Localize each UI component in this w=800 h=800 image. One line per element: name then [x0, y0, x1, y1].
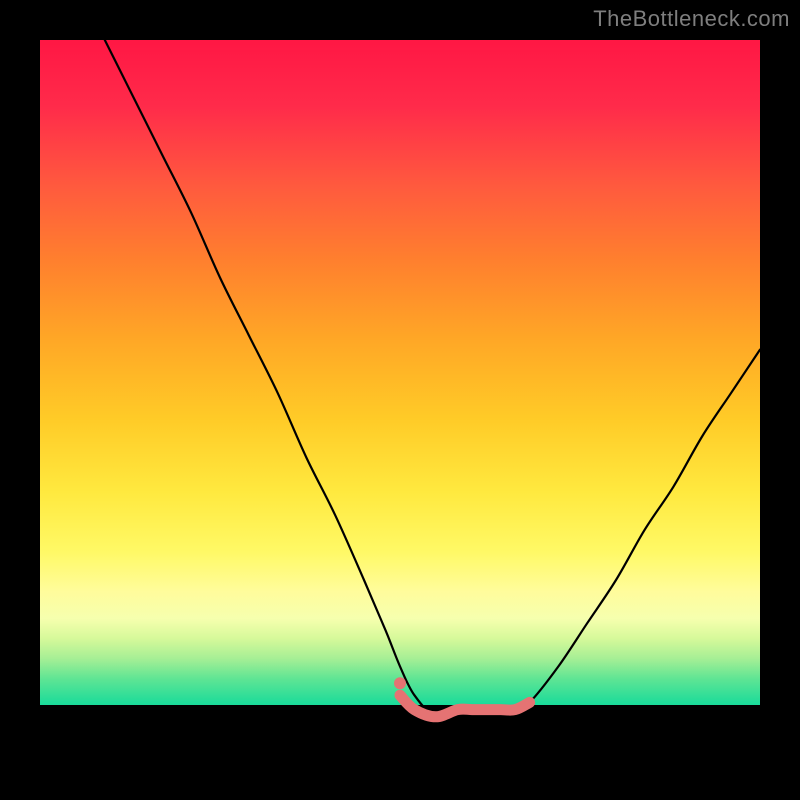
- curve-layer: [40, 40, 760, 760]
- chart-frame: TheBottleneck.com: [0, 0, 800, 800]
- plot-area: [40, 40, 760, 760]
- watermark-text: TheBottleneck.com: [593, 6, 790, 32]
- primary-curve: [105, 40, 760, 717]
